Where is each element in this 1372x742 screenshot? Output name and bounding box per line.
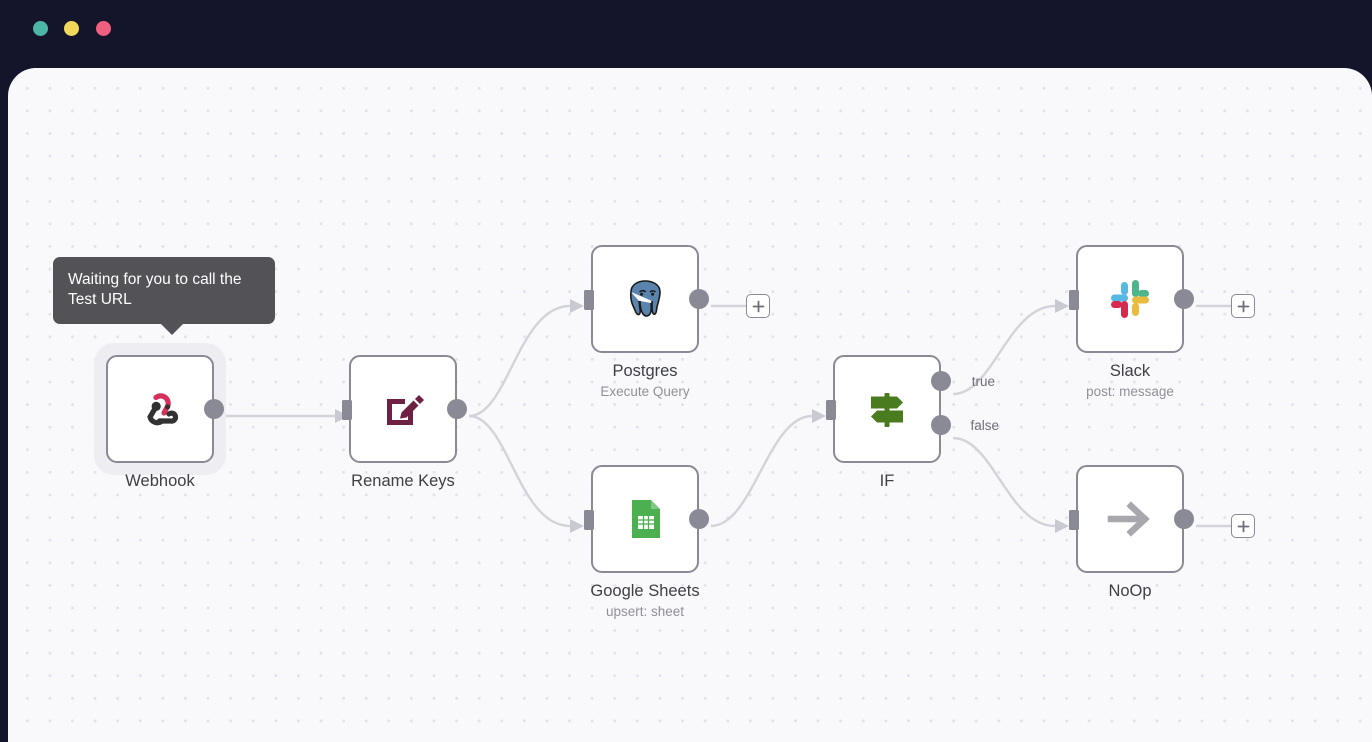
workflow-canvas[interactable]: Webhook Rename Keys Postgres Execute Que… xyxy=(8,68,1372,742)
node-title: Slack xyxy=(1109,362,1151,380)
node-body[interactable] xyxy=(1076,245,1184,353)
add-node-button-postgres[interactable] xyxy=(746,294,770,318)
node-subtitle: Execute Query xyxy=(600,384,690,399)
node-google-sheets[interactable]: Google Sheets upsert: sheet xyxy=(584,465,709,619)
input-port[interactable] xyxy=(1069,290,1079,310)
node-label-group: NoOp xyxy=(1006,581,1254,602)
node-title: Postgres xyxy=(612,362,678,380)
arrow-right-icon xyxy=(1102,491,1158,547)
node-title: NoOp xyxy=(1108,582,1152,600)
window-titlebar xyxy=(0,0,1372,70)
tooltip-text: Waiting for you to call the Test URL xyxy=(68,271,242,308)
signpost-icon xyxy=(859,381,915,437)
node-body[interactable] xyxy=(106,355,214,463)
output-port-true[interactable] xyxy=(931,371,951,391)
postgres-elephant-icon xyxy=(617,271,673,327)
node-postgres[interactable]: Postgres Execute Query xyxy=(584,245,709,399)
node-noop[interactable]: NoOp xyxy=(1069,465,1194,600)
node-subtitle: upsert: sheet xyxy=(605,604,685,619)
input-port[interactable] xyxy=(342,400,352,420)
output-port[interactable] xyxy=(689,289,709,309)
output-label-true: true xyxy=(971,374,995,389)
node-body[interactable] xyxy=(349,355,457,463)
node-label-group: Google Sheets upsert: sheet xyxy=(521,581,769,621)
close-dot[interactable] xyxy=(33,21,48,36)
node-label-group: Slack post: message xyxy=(1006,361,1254,401)
node-title: Webhook xyxy=(125,472,195,490)
maximize-dot[interactable] xyxy=(96,21,111,36)
input-port[interactable] xyxy=(826,400,836,420)
node-body[interactable] xyxy=(1076,465,1184,573)
node-body[interactable] xyxy=(591,465,699,573)
output-port[interactable] xyxy=(1174,509,1194,529)
input-port[interactable] xyxy=(1069,510,1079,530)
plus-icon xyxy=(1237,300,1249,312)
node-subtitle: post: message xyxy=(1086,384,1174,399)
output-port[interactable] xyxy=(447,399,467,419)
node-body[interactable] xyxy=(833,355,941,463)
input-port[interactable] xyxy=(584,510,594,530)
output-port[interactable] xyxy=(204,399,224,419)
node-label-group: Rename Keys xyxy=(279,471,527,492)
plus-icon xyxy=(1237,520,1249,532)
webhook-waiting-tooltip: Waiting for you to call the Test URL xyxy=(53,257,275,335)
slack-icon xyxy=(1102,271,1158,327)
node-webhook[interactable]: Webhook xyxy=(94,343,226,490)
webhook-icon xyxy=(132,381,188,437)
node-title: Google Sheets xyxy=(590,582,700,600)
minimize-dot[interactable] xyxy=(64,21,79,36)
node-label-group: Webhook xyxy=(36,471,284,492)
output-port-false[interactable] xyxy=(931,415,951,435)
output-label-false: false xyxy=(970,418,999,433)
node-body[interactable] xyxy=(591,245,699,353)
add-node-button-slack[interactable] xyxy=(1231,294,1255,318)
node-rename-keys[interactable]: Rename Keys xyxy=(342,355,467,490)
node-slack[interactable]: Slack post: message xyxy=(1069,245,1194,399)
output-port[interactable] xyxy=(1174,289,1194,309)
edit-pencil-icon xyxy=(375,381,431,437)
input-port[interactable] xyxy=(584,290,594,310)
add-node-button-noop[interactable] xyxy=(1231,514,1255,538)
google-sheets-icon xyxy=(617,491,673,547)
node-title: IF xyxy=(879,472,895,490)
node-label-group: Postgres Execute Query xyxy=(521,361,769,401)
node-if[interactable]: true false IF xyxy=(826,355,999,490)
node-label-group: IF xyxy=(763,471,1011,492)
plus-icon xyxy=(752,300,764,312)
tooltip-arrow xyxy=(161,324,183,335)
node-title: Rename Keys xyxy=(351,472,455,490)
output-port[interactable] xyxy=(689,509,709,529)
